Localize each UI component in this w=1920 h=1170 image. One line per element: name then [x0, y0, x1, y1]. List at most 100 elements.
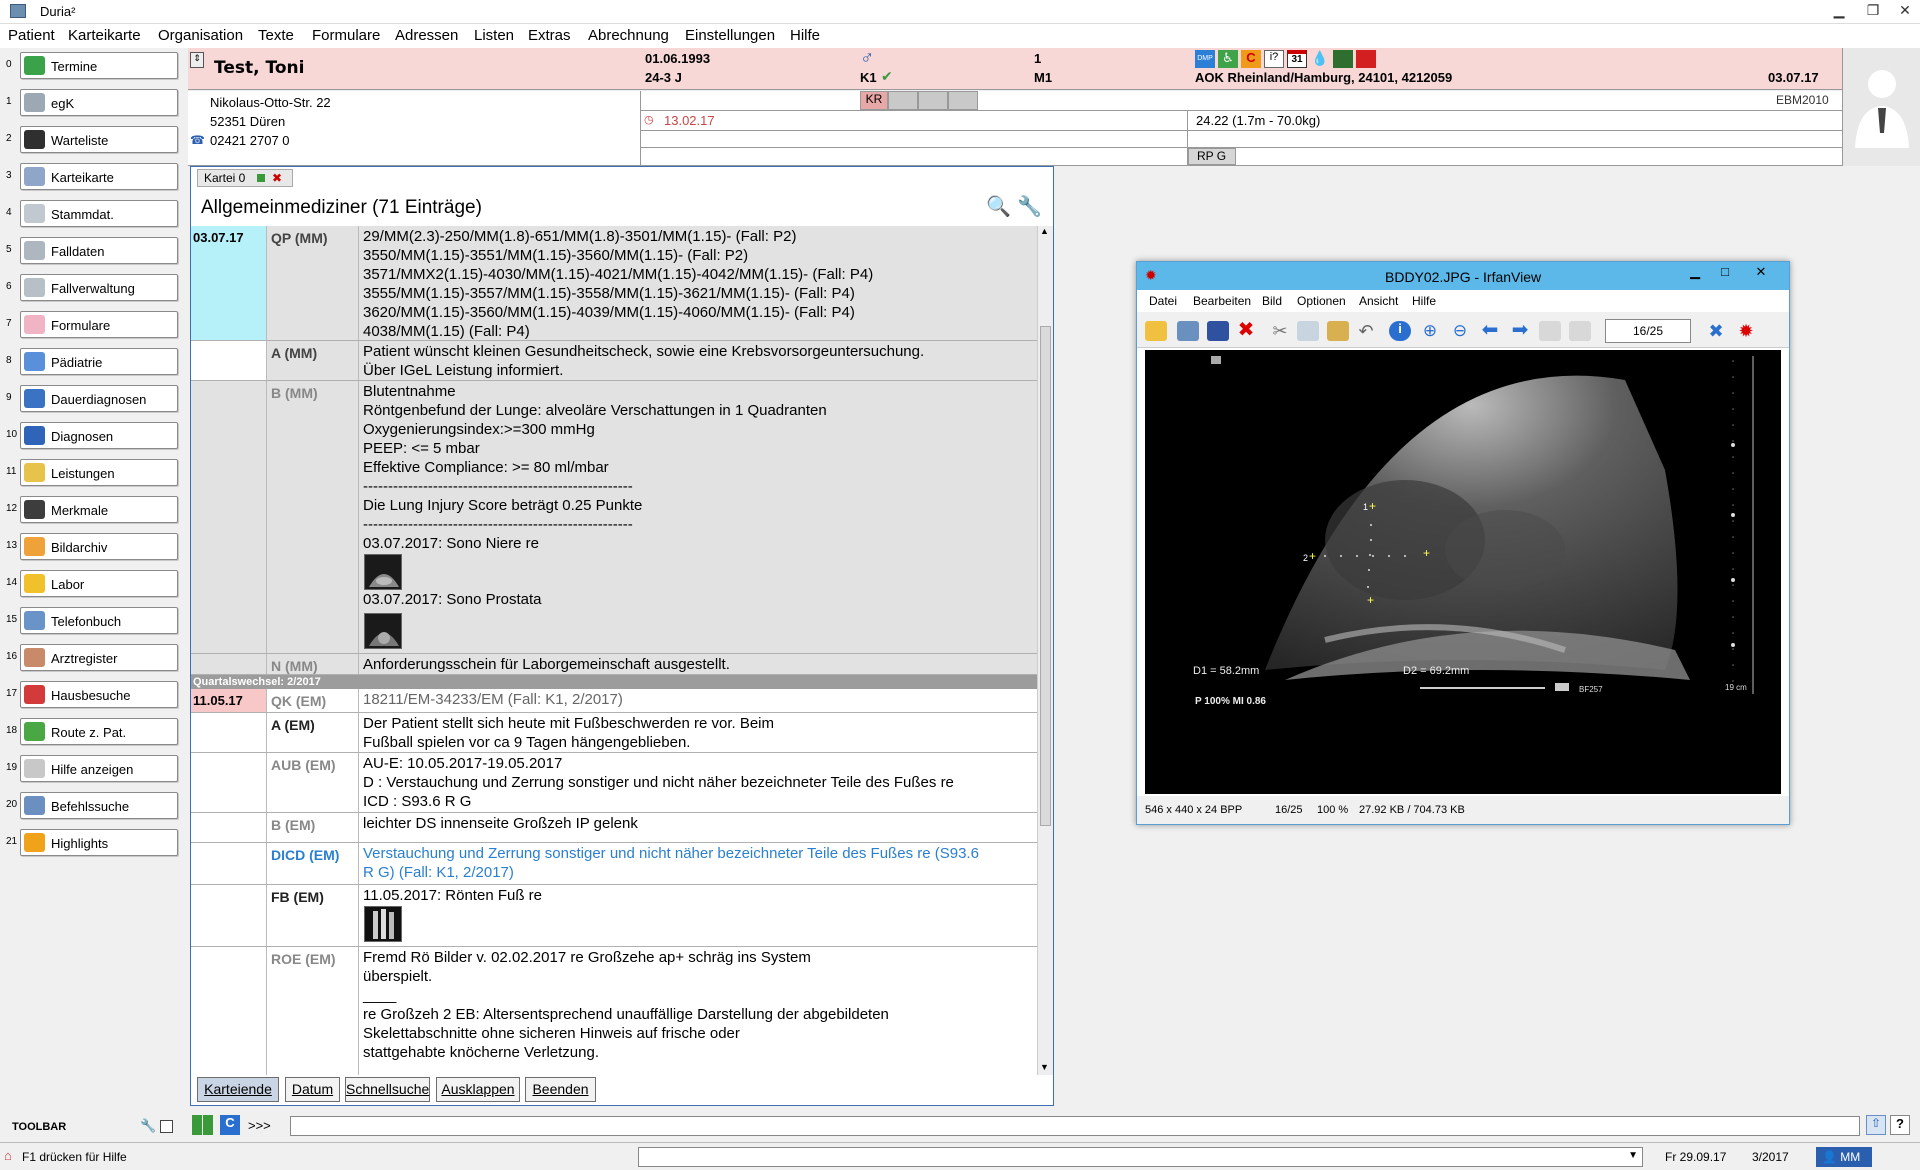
c-icon[interactable]: C [1241, 50, 1261, 68]
sidebar-button[interactable]: Warteliste [20, 126, 178, 153]
ultrasound-thumbnail[interactable] [364, 613, 402, 649]
iv-menu-bild[interactable]: Bild [1262, 294, 1282, 308]
search-icon[interactable]: 🔍 [986, 194, 1011, 219]
sidebar-item-fallverwaltung[interactable]: 6 Fallverwaltung [0, 272, 185, 302]
toolbar-checkbox[interactable] [160, 1120, 173, 1133]
sidebar-item-befehlssuche[interactable]: 20 Befehlssuche [0, 790, 185, 820]
sidebar-button[interactable]: Bildarchiv [20, 533, 178, 560]
minimize-button[interactable]: ▁ [1822, 0, 1856, 22]
sidebar-item-route-z-pat[interactable]: 18 Route z. Pat. [0, 716, 185, 746]
sidebar-item-highlights[interactable]: 21 Highlights [0, 827, 185, 857]
menu-karteikarte[interactable]: Karteikarte [68, 27, 141, 44]
sidebar-button[interactable]: Leistungen [20, 459, 178, 486]
sidebar-item-pädiatrie[interactable]: 8 Pädiatrie [0, 346, 185, 376]
sidebar-item-arztregister[interactable]: 16 Arztregister [0, 642, 185, 672]
menu-organisation[interactable]: Organisation [158, 27, 243, 44]
chevron-down-icon[interactable]: ▼ [1628, 1150, 1638, 1161]
maximize-button[interactable]: ❐ [1856, 0, 1890, 22]
sidebar-button[interactable]: Pädiatrie [20, 348, 178, 375]
blood-drop-icon[interactable]: 💧 [1310, 50, 1330, 68]
kr-badge[interactable]: KR [860, 91, 888, 110]
refresh-icon[interactable]: C [220, 1115, 240, 1135]
menu-extras[interactable]: Extras [528, 27, 571, 44]
scroll-top-icon[interactable]: ⇧ [1866, 1115, 1886, 1135]
first-page-icon[interactable] [1539, 321, 1561, 341]
kartei-entry[interactable]: DICD (EM) Verstauchung und Zerrung sonst… [191, 843, 1037, 885]
zoom-in-icon[interactable]: ⊕ [1419, 321, 1441, 341]
kartei-entry[interactable]: B (EM) leichter DS innenseite Großzeh IP… [191, 813, 1037, 843]
thumbnails-icon[interactable] [1177, 321, 1199, 341]
wrench-icon[interactable]: 🔧 [1017, 194, 1042, 219]
help-question-icon[interactable]: ? [1890, 1115, 1910, 1135]
slot-badge-1[interactable] [888, 91, 918, 110]
iv-menu-bearbeiten[interactable]: Bearbeiten [1193, 294, 1251, 308]
irfanview-window[interactable]: ✹ BDDY02.JPG - IrfanView ▁ □ ✕ Datei Bea… [1136, 261, 1790, 825]
kartei-entry[interactable]: 03.07.17 QP (MM) 29/MM(2.3)-250/MM(1.8)-… [191, 226, 1037, 341]
sidebar-button[interactable]: Route z. Pat. [20, 718, 178, 745]
sidebar-item-termine[interactable]: 0 Termine [0, 50, 185, 80]
settings-tools-icon[interactable]: ✖ [1705, 321, 1727, 341]
dmp-icon[interactable]: DMP [1195, 50, 1215, 68]
paste-icon[interactable] [1327, 321, 1349, 341]
sidebar-item-merkmale[interactable]: 12 Merkmale [0, 494, 185, 524]
sidebar-item-diagnosen[interactable]: 10 Diagnosen [0, 420, 185, 450]
kartei-entry[interactable]: ROE (EM) Fremd Rö Bilder v. 02.02.2017 r… [191, 947, 1037, 1075]
iv-menu-optionen[interactable]: Optionen [1297, 294, 1346, 308]
menu-adressen[interactable]: Adressen [395, 27, 458, 44]
bed-icon[interactable] [1333, 50, 1353, 68]
sidebar-button[interactable]: Hilfe anzeigen [20, 755, 178, 782]
scroll-thumb[interactable] [1040, 326, 1051, 826]
datum-button[interactable]: Datum [285, 1077, 340, 1102]
schnellsuche-button[interactable]: Schnellsuche [345, 1077, 430, 1102]
sidebar-item-hilfe-anzeigen[interactable]: 19 Hilfe anzeigen [0, 753, 185, 783]
kartei-entry[interactable]: B (MM) Blutentnahme Röntgenbefund der Lu… [191, 381, 1037, 654]
calendar-icon[interactable]: 31 [1287, 50, 1307, 68]
sidebar-button[interactable]: Labor [20, 570, 178, 597]
sidebar-button[interactable]: Merkmale [20, 496, 178, 523]
sidebar-item-karteikarte[interactable]: 3 Karteikarte [0, 161, 185, 191]
scroll-down-icon[interactable]: ▼ [1040, 1062, 1049, 1072]
menu-abrechnung[interactable]: Abrechnung [588, 27, 669, 44]
menu-formulare[interactable]: Formulare [312, 27, 380, 44]
iv-maximize-button[interactable]: □ [1711, 264, 1739, 284]
sidebar-item-formulare[interactable]: 7 Formulare [0, 309, 185, 339]
page-field[interactable]: 16/25 [1605, 319, 1691, 343]
close-button[interactable]: ✕ [1888, 0, 1920, 22]
iv-menu-ansicht[interactable]: Ansicht [1359, 294, 1398, 308]
kartei-entry[interactable]: AUB (EM) AU-E: 10.05.2017-19.05.2017 D :… [191, 753, 1037, 813]
sidebar-button[interactable]: egK [20, 89, 178, 116]
menu-texte[interactable]: Texte [258, 27, 294, 44]
kartei-entry[interactable]: N (MM) Anforderungsschein für Laborgemei… [191, 654, 1037, 675]
previous-icon[interactable]: ⬅ [1479, 320, 1501, 341]
last-page-icon[interactable] [1569, 321, 1591, 341]
sidebar-item-hausbesuche[interactable]: 17 Hausbesuche [0, 679, 185, 709]
sidebar-button[interactable]: Falldaten [20, 237, 178, 264]
sidebar-button[interactable]: Diagnosen [20, 422, 178, 449]
delete-icon[interactable]: ✖ [1235, 320, 1257, 341]
sidebar-button[interactable]: Fallverwaltung [20, 274, 178, 301]
ausklappen-button[interactable]: Ausklappen [436, 1077, 520, 1102]
sidebar-button[interactable]: Telefonbuch [20, 607, 178, 634]
sidebar-button[interactable]: Termine [20, 52, 178, 79]
menu-einstellungen[interactable]: Einstellungen [685, 27, 775, 44]
copy-icon[interactable] [1297, 321, 1319, 341]
xray-thumbnail[interactable] [364, 906, 402, 942]
open-folder-icon[interactable] [1145, 321, 1167, 341]
iv-minimize-button[interactable]: ▁ [1681, 264, 1709, 284]
next-icon[interactable]: ➡ [1509, 320, 1531, 341]
wheelchair-icon[interactable]: ♿ [1218, 50, 1238, 68]
sidebar-button[interactable]: Befehlssuche [20, 792, 178, 819]
sidebar-button[interactable]: Hausbesuche [20, 681, 178, 708]
sidebar-item-stammdat[interactable]: 4 Stammdat. [0, 198, 185, 228]
sidebar-button[interactable]: Dauerdiagnosen [20, 385, 178, 412]
sidebar-item-dauerdiagnosen[interactable]: 9 Dauerdiagnosen [0, 383, 185, 413]
sidebar-button[interactable]: Stammdat. [20, 200, 178, 227]
emergency-icon[interactable] [1356, 50, 1376, 68]
info-icon[interactable]: i [1389, 321, 1411, 341]
iv-close-button[interactable]: ✕ [1741, 264, 1781, 284]
iv-menu-datei[interactable]: Datei [1149, 294, 1177, 308]
tools-icon[interactable]: 🔧 [140, 1118, 156, 1134]
sidebar-item-bildarchiv[interactable]: 13 Bildarchiv [0, 531, 185, 561]
sidebar-button[interactable]: Formulare [20, 311, 178, 338]
iv-menu-hilfe[interactable]: Hilfe [1412, 294, 1436, 308]
